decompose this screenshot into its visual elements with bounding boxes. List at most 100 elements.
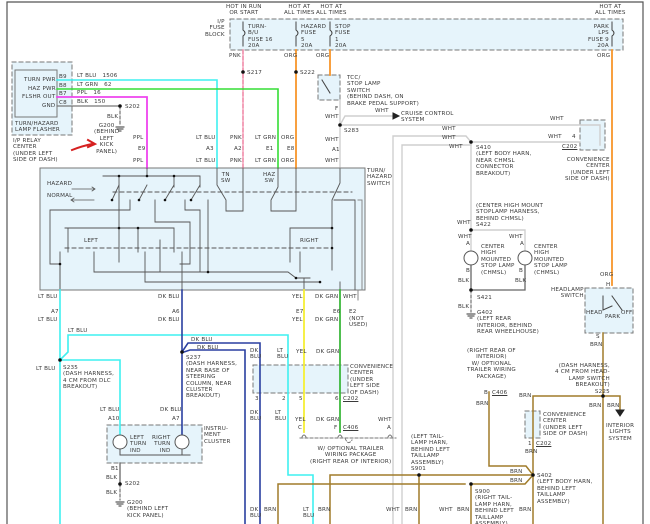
splice-label: (LEFT TAIL- LAMP HARN, BEHIND LEFT TAILL… [411,434,450,473]
hot-in-run-label: HOT IN RUN OR START [226,4,262,17]
wire-label: WHT [375,108,389,114]
hot-at-all-times-label: HOT AT ALL TIMES [316,4,347,17]
wire-label: DK BLU [160,407,182,413]
wire-label: BRN [405,507,418,513]
wire-label: PNK [230,135,242,141]
wire-label: LT GRN 62 [77,82,112,88]
wire-label: LT BLU [36,366,56,372]
chmsl-label: CENTER HIGH MOUNTED STOP LAMP (CHMSL) [534,244,568,276]
pin-label: HAZ PWR [28,86,56,92]
chmsl-label: CENTER HIGH MOUNTED STOP LAMP (CHMSL) [481,244,515,276]
fuse-1-label: STOP FUSE 1 20A [335,24,351,50]
wire-label: LT GRN [255,135,277,141]
ground-label: G200 (BEHIND LEFT KICK PANEL) [127,500,169,519]
switch-name: TURN/ HAZARD SWITCH [367,168,393,187]
wire-label: BRN [318,507,331,513]
c406-brace [299,437,397,444]
convenience-center-label: CONVENIENCE CENTER (UNDER LEFT SIDE OF D… [350,364,394,396]
hazard-switch-label: HAZ SW [263,172,276,185]
wire-label: LT BLU [68,328,88,334]
wire-label: WHT [386,507,400,513]
fuse-block-label: I/P FUSE BLOCK [205,19,225,38]
flasher-name: TURN/HAZARD LAMP FLASHER [15,121,60,134]
wire-label: DK GRN [316,417,340,423]
pin-id: B9 [59,74,67,80]
wire-label: YEL [292,294,303,300]
turn-switch-label: TN SW [221,172,231,185]
chmsl-lamp-left [463,250,479,266]
pin-id: 1 [528,441,532,447]
splice-label: S402 (LEFT BODY HARN, BEHIND LEFT TAILLA… [537,473,593,505]
left-position-label: LEFT [84,238,98,244]
pin-id: C8 [59,100,67,106]
connector-label: C406 [343,425,359,431]
wire-label: ORG [284,53,298,59]
wire-label: DK BLU [191,337,213,343]
wire-label: YEL [296,349,307,355]
pin-label: TURN PWR [24,77,56,83]
left-turn-indicator-label: LEFT TURN IND [130,435,147,454]
pin-id: S [596,334,600,340]
interior-lights-label: INTERIOR LIGHTS SYSTEM [606,423,635,442]
hazard-position-label: HAZARD [47,181,73,187]
wire-label: WHT [378,417,392,423]
wire-label: WHT [458,234,472,240]
wire-label: DK GRN [315,294,339,300]
not-used-label: (NOT USED) [349,316,368,329]
pin-id: A1 [332,147,340,153]
pin-id: 4 [572,134,576,140]
head-position-label: HEAD [586,310,603,316]
pin-id: 3 [255,396,259,402]
pin-id: A10 [108,416,120,422]
splice-label: S237 (DASH HARNESS, NEAR BASE OF STEERIN… [186,355,238,400]
pin-id: A3 [206,146,214,152]
wire-label: WHT [442,126,456,132]
wire-label: LT BLU [196,158,216,164]
wire-label: PPL [133,158,144,164]
splice-label: (CENTER HIGH MOUNT STOPLAMP HARNESS, BEH… [476,203,544,229]
fuse-9-label: PARK LPS FUSE 9 20A [588,24,609,50]
fuse-5-label: HAZARD FUSE 5 20A [301,24,327,50]
ground-label: G402 (LEFT REAR INTERIOR, BEHIND REAR WH… [477,310,540,336]
left-turn-indicator-lamp [112,434,128,450]
pin-id: E2 [349,309,357,315]
wire-label: PPL 16 [77,90,101,96]
relay-center-label: I/P RELAY CENTER (UNDER LEFT SIDE OF DAS… [13,138,58,164]
connector-label: C202 [343,396,359,402]
wire-label: WHT [457,220,471,226]
interior-lights-arrow-icon [615,409,625,417]
splice-label: S222 [300,70,316,76]
pin-id: B [466,268,471,274]
stop-lamp-switch-box [317,74,341,101]
trailer-package-label: W/ OPTIONAL TRAILER WIRING PACKAGE (RIGH… [310,446,392,465]
wire-label: WHT [449,144,463,150]
wire-label: WHT [550,116,564,122]
pin-id: B7 [59,91,67,97]
wire-label: BRN [457,507,470,513]
pin-id: B8 [59,83,67,89]
wire-label: BLK [458,278,470,284]
normal-position-label: NORMAL [47,193,73,199]
park-position-label: PARK [605,314,621,320]
splice-label: (DASH HARNESS, 4 CM FROM HEAD- LAMP SWIT… [555,363,610,395]
wire-label: WHT [439,507,453,513]
wire-label: BLK [515,278,527,284]
pin-id: H [606,282,611,288]
convenience-center-mid [252,364,349,394]
convenience-center-label: CONVENIENCE CENTER (UNDER LEFT SIDE OF D… [565,157,610,183]
wire-label: BRN [607,403,620,409]
wire-label: BRN [510,478,523,484]
pin-id: 5 [299,396,303,402]
pin-id: B [484,390,489,396]
pin-label: GND [42,103,56,109]
ground-g200-bottom [115,501,125,507]
wire-label: WHT [343,294,357,300]
pin-id: A [520,241,525,247]
wire-label: LT BLU [196,135,216,141]
pin-id: B1 [111,466,119,472]
splice-label: S217 [247,70,263,76]
splice-label: S283 [344,128,360,134]
wire-label: WHT [325,158,339,164]
splice-label: S421 [477,295,493,301]
cruise-control-label: CRUISE CONTROL SYSTEM [401,111,454,124]
